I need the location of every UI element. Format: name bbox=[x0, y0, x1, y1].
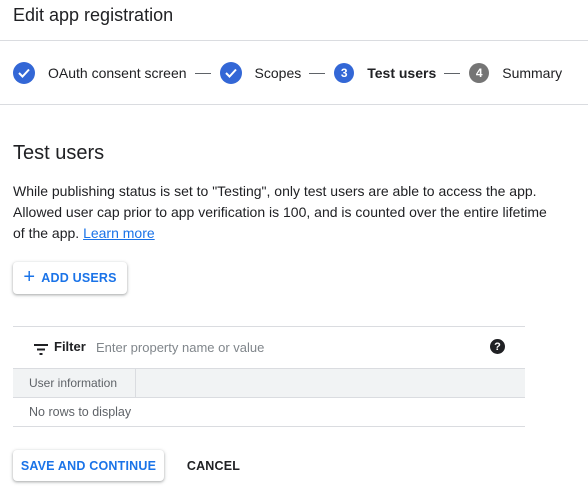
stepper-divider bbox=[0, 104, 588, 105]
step-oauth-consent-screen[interactable]: OAuth consent screen bbox=[13, 62, 187, 84]
save-and-continue-button[interactable]: SAVE AND CONTINUE bbox=[13, 450, 164, 481]
step-label: Scopes bbox=[254, 65, 302, 81]
step-summary[interactable]: 4 Summary bbox=[469, 63, 562, 83]
filter-bar: Filter ? bbox=[13, 326, 525, 368]
filter-input[interactable] bbox=[96, 338, 476, 356]
table-empty-row: No rows to display bbox=[13, 398, 525, 427]
step-separator bbox=[444, 72, 461, 74]
step-label: Test users bbox=[367, 65, 437, 81]
table-header: User information bbox=[13, 368, 525, 398]
section-description: While publishing status is set to "Testi… bbox=[13, 181, 553, 244]
step-label: Summary bbox=[502, 65, 563, 81]
stepper: OAuth consent screen Scopes 3 Test users… bbox=[13, 62, 562, 84]
step-scopes[interactable]: Scopes bbox=[219, 62, 302, 84]
checkmark-icon bbox=[13, 62, 35, 84]
step-test-users[interactable]: 3 Test users bbox=[334, 63, 436, 83]
add-users-label: ADD USERS bbox=[41, 271, 117, 285]
step-number-icon: 4 bbox=[469, 63, 490, 83]
step-separator bbox=[309, 72, 326, 74]
filter-label: Filter bbox=[54, 339, 86, 354]
header-divider bbox=[0, 40, 588, 41]
step-separator bbox=[194, 72, 211, 74]
empty-state-text: No rows to display bbox=[29, 405, 132, 419]
section-title: Test users bbox=[13, 142, 105, 164]
test-users-table: Filter ? User information No rows to dis… bbox=[13, 326, 525, 427]
step-number-icon: 3 bbox=[334, 63, 355, 83]
help-icon[interactable]: ? bbox=[490, 339, 505, 354]
plus-icon: + bbox=[23, 266, 36, 288]
add-users-button[interactable]: + ADD USERS bbox=[13, 262, 127, 294]
checkmark-icon bbox=[219, 62, 242, 84]
column-divider bbox=[135, 369, 136, 397]
cancel-button[interactable]: CANCEL bbox=[176, 450, 251, 481]
step-label: OAuth consent screen bbox=[48, 65, 187, 81]
learn-more-link[interactable]: Learn more bbox=[83, 225, 155, 241]
column-header-user-information[interactable]: User information bbox=[29, 376, 117, 390]
filter-icon[interactable] bbox=[34, 342, 48, 355]
page-title: Edit app registration bbox=[13, 5, 174, 25]
